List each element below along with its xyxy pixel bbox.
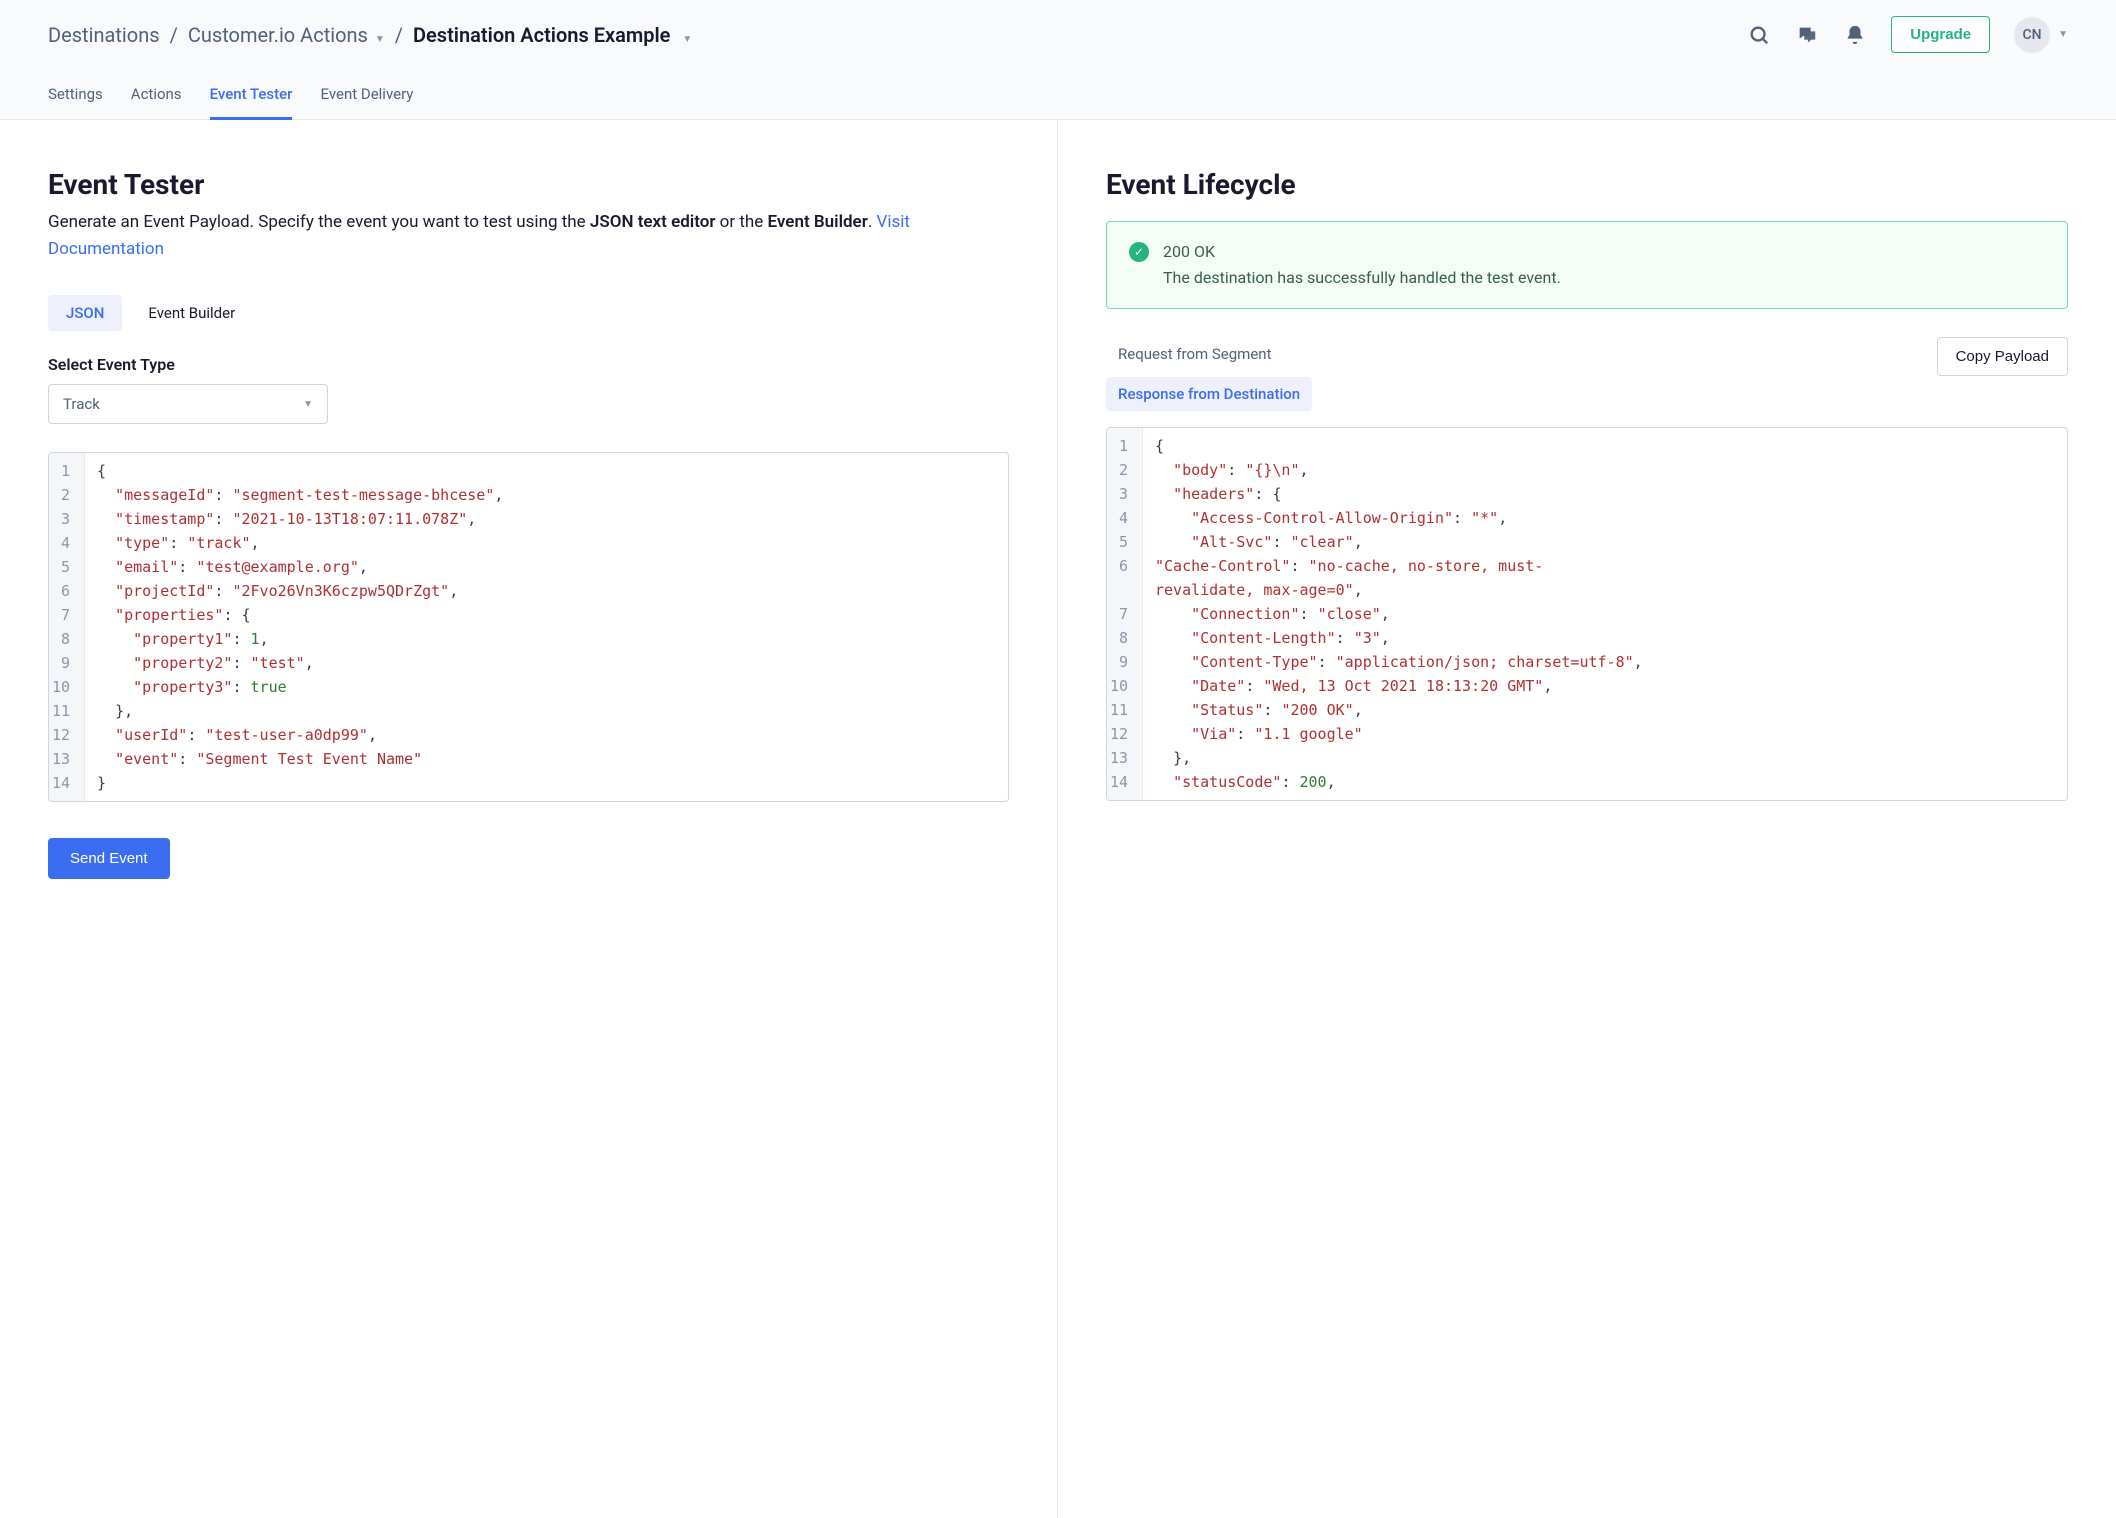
tab-settings[interactable]: Settings: [48, 73, 103, 120]
tab-response[interactable]: Response from Destination: [1106, 377, 1312, 411]
messages-icon[interactable]: [1795, 23, 1819, 47]
send-event-button[interactable]: Send Event: [48, 838, 170, 879]
search-icon[interactable]: [1747, 23, 1771, 47]
response-viewer: 123456 7891011121314 { "body": "{}\n", "…: [1106, 427, 2068, 801]
page-title: Event Tester: [48, 168, 1009, 201]
user-menu[interactable]: CN ▼: [2014, 17, 2068, 53]
payload-code[interactable]: { "messageId": "segment-test-message-bhc…: [85, 453, 1008, 801]
tab-event-tester[interactable]: Event Tester: [210, 73, 293, 120]
line-gutter: 1234567891011121314: [49, 453, 85, 801]
breadcrumb-separator: /: [395, 23, 403, 47]
lifecycle-title: Event Lifecycle: [1106, 168, 2068, 201]
tab-event-delivery[interactable]: Event Delivery: [320, 73, 413, 120]
tab-actions[interactable]: Actions: [131, 73, 182, 120]
page-subtitle: Generate an Event Payload. Specify the e…: [48, 209, 1009, 263]
avatar: CN: [2014, 17, 2050, 53]
line-gutter: 123456 7891011121314: [1107, 428, 1143, 800]
page-tabs: Settings Actions Event Tester Event Deli…: [48, 73, 2068, 119]
alert-status: 200 OK: [1163, 240, 1561, 264]
breadcrumb-parent[interactable]: Customer.io Actions ▼: [188, 23, 385, 47]
caret-down-icon: ▼: [682, 34, 692, 45]
event-type-select[interactable]: Track ▼: [48, 384, 328, 424]
breadcrumb-root[interactable]: Destinations: [48, 23, 160, 47]
response-code: { "body": "{}\n", "headers": { "Access-C…: [1143, 428, 2067, 800]
tab-request[interactable]: Request from Segment: [1106, 337, 1312, 371]
success-alert: ✓ 200 OK The destination has successfull…: [1106, 221, 2068, 309]
upgrade-button[interactable]: Upgrade: [1891, 16, 1990, 53]
bell-icon[interactable]: [1843, 23, 1867, 47]
check-circle-icon: ✓: [1129, 242, 1149, 262]
mode-tab-json[interactable]: JSON: [48, 295, 122, 331]
breadcrumb-current[interactable]: Destination Actions Example ▼: [413, 23, 692, 47]
breadcrumb-separator: /: [170, 23, 178, 47]
caret-down-icon: ▼: [303, 399, 313, 410]
event-type-label: Select Event Type: [48, 355, 1009, 374]
caret-down-icon: ▼: [2058, 29, 2068, 40]
breadcrumb: Destinations / Customer.io Actions ▼ / D…: [48, 23, 692, 47]
copy-payload-button[interactable]: Copy Payload: [1937, 337, 2068, 376]
caret-down-icon: ▼: [375, 34, 385, 45]
alert-message: The destination has successfully handled…: [1163, 266, 1561, 290]
mode-tab-builder[interactable]: Event Builder: [130, 295, 253, 331]
payload-editor[interactable]: 1234567891011121314 { "messageId": "segm…: [48, 452, 1009, 802]
